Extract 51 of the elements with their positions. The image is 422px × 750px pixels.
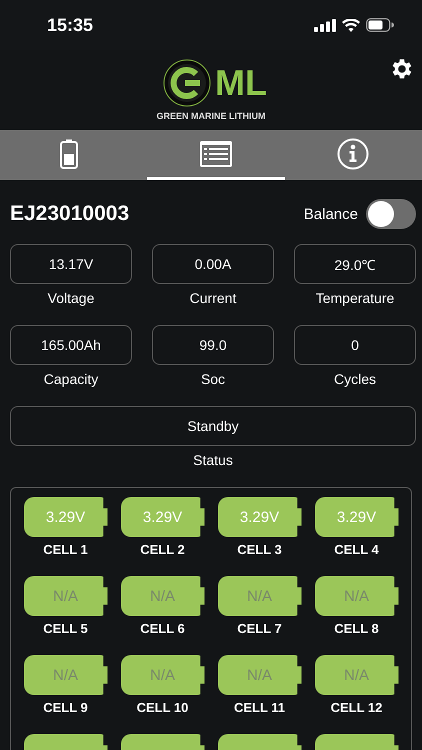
metric-label: Temperature [316, 289, 394, 308]
status-value: Standby [10, 406, 416, 446]
cell-battery: N/A [218, 576, 302, 616]
info-icon [337, 138, 370, 170]
metric-value: 165.00Ah [10, 325, 132, 365]
metric-value: 0 [294, 325, 416, 365]
cell-label: CELL 4 [334, 542, 379, 558]
metric-value: 29.0℃ [294, 244, 416, 284]
cell-battery: N/A [314, 576, 398, 616]
logo-icon [163, 59, 211, 107]
cell-label: CELL 3 [237, 542, 282, 558]
cell-label: CELL 8 [334, 621, 379, 637]
logo-text: GREEN MARINE LITHIUM [156, 111, 266, 121]
balance-label: Balance [304, 206, 358, 222]
metric-label: Current [190, 289, 236, 308]
metric-value: 99.0 [152, 325, 274, 365]
metric-label: Cycles [334, 370, 376, 389]
balance-switch[interactable] [366, 199, 416, 229]
cell-battery: 3.29V [314, 497, 398, 537]
metric-value: 13.17V [10, 244, 132, 284]
cell-battery: 3.29V [24, 497, 108, 537]
signal-icon [314, 18, 336, 32]
cell-label: CELL 7 [237, 621, 282, 637]
cell-battery: 3.29V [218, 497, 302, 537]
cell-battery: N/A [314, 655, 398, 695]
cell-battery: N/A [218, 655, 302, 695]
cell-label: CELL 1 [43, 542, 88, 558]
metric-label: Capacity [44, 370, 98, 389]
metric-value: 0.00A [152, 244, 274, 284]
metric-label: Voltage [48, 289, 94, 308]
battery-status-icon [366, 18, 394, 32]
cell-battery: N/A [24, 576, 108, 616]
battery-icon [60, 138, 78, 168]
cell-battery: N/A [120, 576, 204, 616]
cell-label: CELL 9 [43, 700, 88, 716]
cell-label: CELL 12 [330, 700, 382, 716]
device-serial: EJ23010003 [10, 202, 130, 226]
status-time: 15:35 [47, 14, 94, 36]
cell-label: CELL 10 [136, 700, 188, 716]
cell-label: CELL 11 [234, 700, 286, 716]
wifi-icon [342, 18, 360, 32]
cell-label: CELL 2 [140, 542, 185, 558]
cell-label: CELL 5 [43, 621, 88, 637]
cell-battery: 3.29V [120, 497, 204, 537]
status-label: Status [193, 451, 233, 470]
cell-label: CELL 6 [140, 621, 185, 637]
metric-label: Soc [200, 370, 226, 389]
cell-battery: N/A [24, 655, 108, 695]
list-icon [200, 140, 232, 166]
cell-battery: N/A [120, 655, 204, 695]
logo-letters: ML [215, 62, 267, 104]
